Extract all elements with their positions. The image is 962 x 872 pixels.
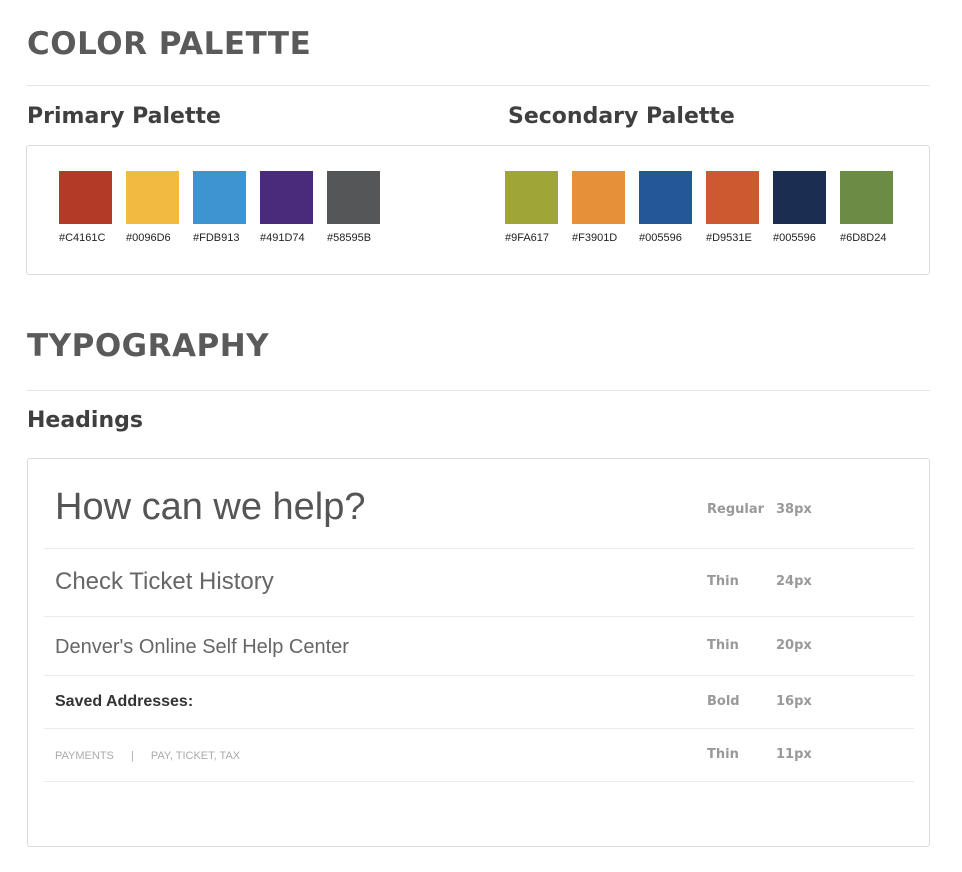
secondary-swatch-list: #9FA617 #F3901D #005596 #D9531E #005596 #6D8D…	[505, 171, 907, 244]
primary-swatch-list: #C4161C #0096D6 #FDB913 #491D74 #58595B	[59, 171, 394, 244]
swatch-item: #C4161C	[59, 171, 126, 244]
swatch-item: #D9531E	[706, 171, 773, 244]
swatch-code: #9FA617	[505, 232, 550, 244]
swatch-item: #9FA617	[505, 171, 572, 244]
divider	[27, 390, 930, 391]
swatch-code: #491D74	[260, 232, 305, 244]
heading-sample-11: PAYMENTS | PAY, TICKET, TAX	[55, 750, 240, 762]
swatch-code: #58595B	[327, 232, 372, 244]
color-swatch	[59, 171, 112, 224]
heading-sample-38: How can we help?	[55, 486, 366, 528]
secondary-palette-title: Secondary Palette	[508, 104, 735, 129]
heading-sample-24: Check Ticket History	[55, 568, 274, 595]
typography-title: TYPOGRAPHY	[27, 328, 270, 364]
swatch-code: #FDB913	[193, 232, 240, 244]
color-swatch	[840, 171, 893, 224]
sample-pay-ticket-tax: PAY, TICKET, TAX	[150, 750, 241, 762]
headings-title: Headings	[27, 408, 143, 433]
swatch-code: #6D8D24	[840, 232, 887, 244]
swatch-code: #F3901D	[572, 232, 618, 244]
heading-weight: Thin	[707, 574, 739, 589]
swatch-code: #D9531E	[706, 232, 752, 244]
row-divider	[44, 616, 914, 617]
swatch-item: #FDB913	[193, 171, 260, 244]
swatch-code: #005596	[639, 232, 682, 244]
swatch-item: #005596	[773, 171, 840, 244]
sample-divider: |	[130, 750, 134, 762]
heading-size: 38px	[776, 502, 812, 517]
heading-weight: Thin	[707, 638, 739, 653]
swatch-item: #F3901D	[572, 171, 639, 244]
swatch-item: #58595B	[327, 171, 394, 244]
color-swatch	[572, 171, 625, 224]
swatch-item: #0096D6	[126, 171, 193, 244]
color-swatch	[260, 171, 313, 224]
swatch-code: #0096D6	[126, 232, 171, 244]
heading-weight: Thin	[707, 747, 739, 762]
divider	[27, 85, 930, 86]
primary-palette-title: Primary Palette	[27, 104, 221, 129]
row-divider	[44, 675, 914, 676]
color-swatch	[327, 171, 380, 224]
heading-weight: Bold	[707, 694, 740, 709]
heading-size: 11px	[776, 747, 812, 762]
row-divider	[44, 781, 914, 782]
swatch-code: #C4161C	[59, 232, 106, 244]
swatch-item: #005596	[639, 171, 706, 244]
color-swatch	[126, 171, 179, 224]
swatch-item: #491D74	[260, 171, 327, 244]
heading-size: 16px	[776, 694, 812, 709]
color-swatch	[706, 171, 759, 224]
heading-sample-16: Saved Addresses:	[55, 693, 194, 710]
color-swatch	[639, 171, 692, 224]
color-swatch	[193, 171, 246, 224]
color-palette-title: COLOR PALETTE	[27, 26, 312, 62]
heading-size: 24px	[776, 574, 812, 589]
heading-size: 20px	[776, 638, 812, 653]
row-divider	[44, 728, 914, 729]
sample-payments: PAYMENTS	[55, 750, 114, 762]
heading-sample-20: Denver's Online Self Help Center	[55, 636, 349, 658]
color-swatch	[773, 171, 826, 224]
swatch-code: #005596	[773, 232, 816, 244]
color-swatch	[505, 171, 558, 224]
heading-weight: Regular	[707, 502, 765, 517]
swatch-item: #6D8D24	[840, 171, 907, 244]
row-divider	[44, 548, 914, 549]
